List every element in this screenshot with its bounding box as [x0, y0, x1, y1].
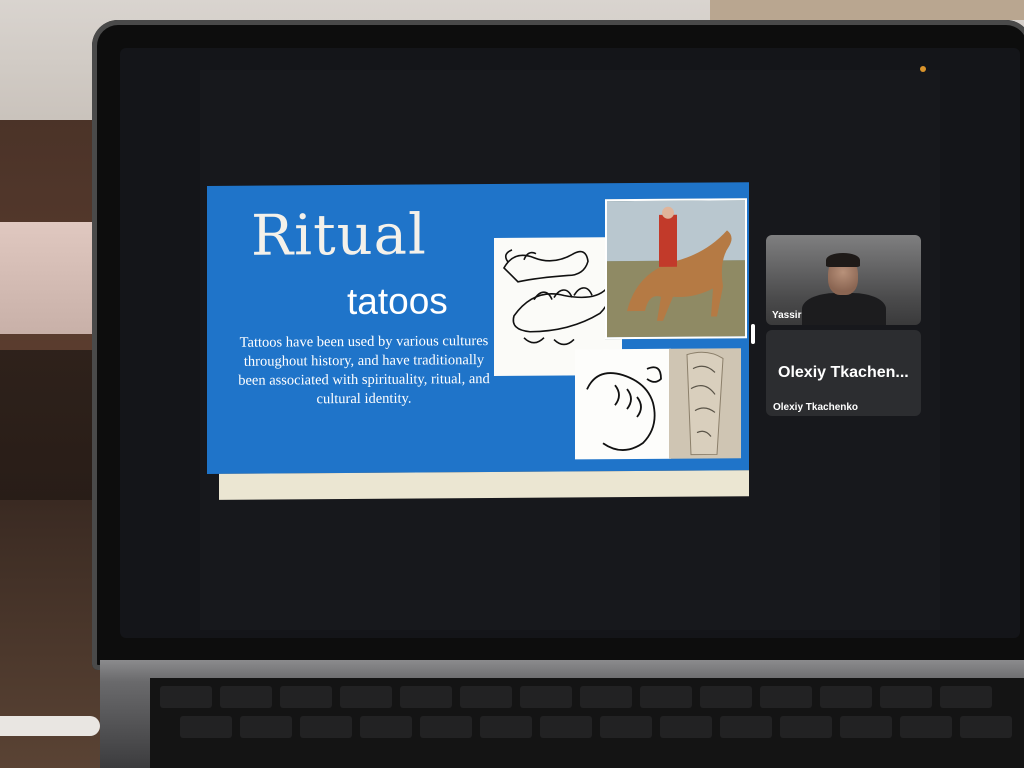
participant-video-tile[interactable]: Yassir — [766, 235, 921, 325]
participant-display-name: Olexiy Tkachen... — [778, 364, 909, 381]
photo-scene: Ritual tatoos Tattoos have been used by … — [0, 0, 1024, 768]
keyboard-key — [340, 686, 392, 708]
keyboard-key — [220, 686, 272, 708]
participant-body — [802, 293, 886, 325]
keyboard-key — [880, 686, 932, 708]
participant-hair — [826, 253, 860, 267]
keyboard-key — [400, 686, 452, 708]
keyboard-key — [840, 716, 892, 738]
keyboard-key — [240, 716, 292, 738]
keyboard-key — [940, 686, 992, 708]
keyboard-key — [960, 716, 1012, 738]
keyboard-key — [600, 716, 652, 738]
keyboard-key — [640, 686, 692, 708]
room-wall-right — [710, 0, 1024, 20]
keyboard-key — [280, 686, 332, 708]
keyboard-key — [420, 716, 472, 738]
camera-dot-icon — [920, 66, 926, 72]
keyboard-key — [580, 686, 632, 708]
filmstrip-resize-handle[interactable] — [751, 324, 755, 344]
keyboard-key — [900, 716, 952, 738]
keyboard-key — [820, 686, 872, 708]
keyboard-key — [300, 716, 352, 738]
shared-slide[interactable]: Ritual tatoos Tattoos have been used by … — [207, 182, 749, 500]
keyboard-key — [460, 686, 512, 708]
slide-subtitle: tatoos — [347, 280, 448, 323]
keyboard-key — [360, 716, 412, 738]
participant-name-tile[interactable]: Olexiy Tkachen... Olexiy Tkachenko — [766, 330, 921, 416]
keyboard-key — [660, 716, 712, 738]
participant-name-label: Yassir — [772, 310, 802, 321]
participant-name-label: Olexiy Tkachenko — [773, 402, 859, 413]
keyboard-key — [760, 686, 812, 708]
keyboard-key — [780, 716, 832, 738]
keyboard-key — [540, 716, 592, 738]
tattooed-skin-image — [669, 348, 741, 459]
room-shelf-light — [0, 222, 105, 334]
slide-title: Ritual — [251, 202, 427, 269]
keyboard-key — [160, 686, 212, 708]
keyboard-key — [700, 686, 752, 708]
charging-cable — [0, 716, 100, 736]
slide-body-text: Tattoos have been used by various cultur… — [238, 333, 490, 408]
keyboard-key — [720, 716, 772, 738]
keyboard-key — [180, 716, 232, 738]
striped-beast-drawing-image — [575, 348, 671, 460]
horseman-painting-image — [605, 198, 747, 340]
keyboard-key — [520, 686, 572, 708]
slide-footer-strip — [219, 470, 749, 500]
laptop-keyboard — [150, 678, 1024, 768]
keyboard-key — [480, 716, 532, 738]
